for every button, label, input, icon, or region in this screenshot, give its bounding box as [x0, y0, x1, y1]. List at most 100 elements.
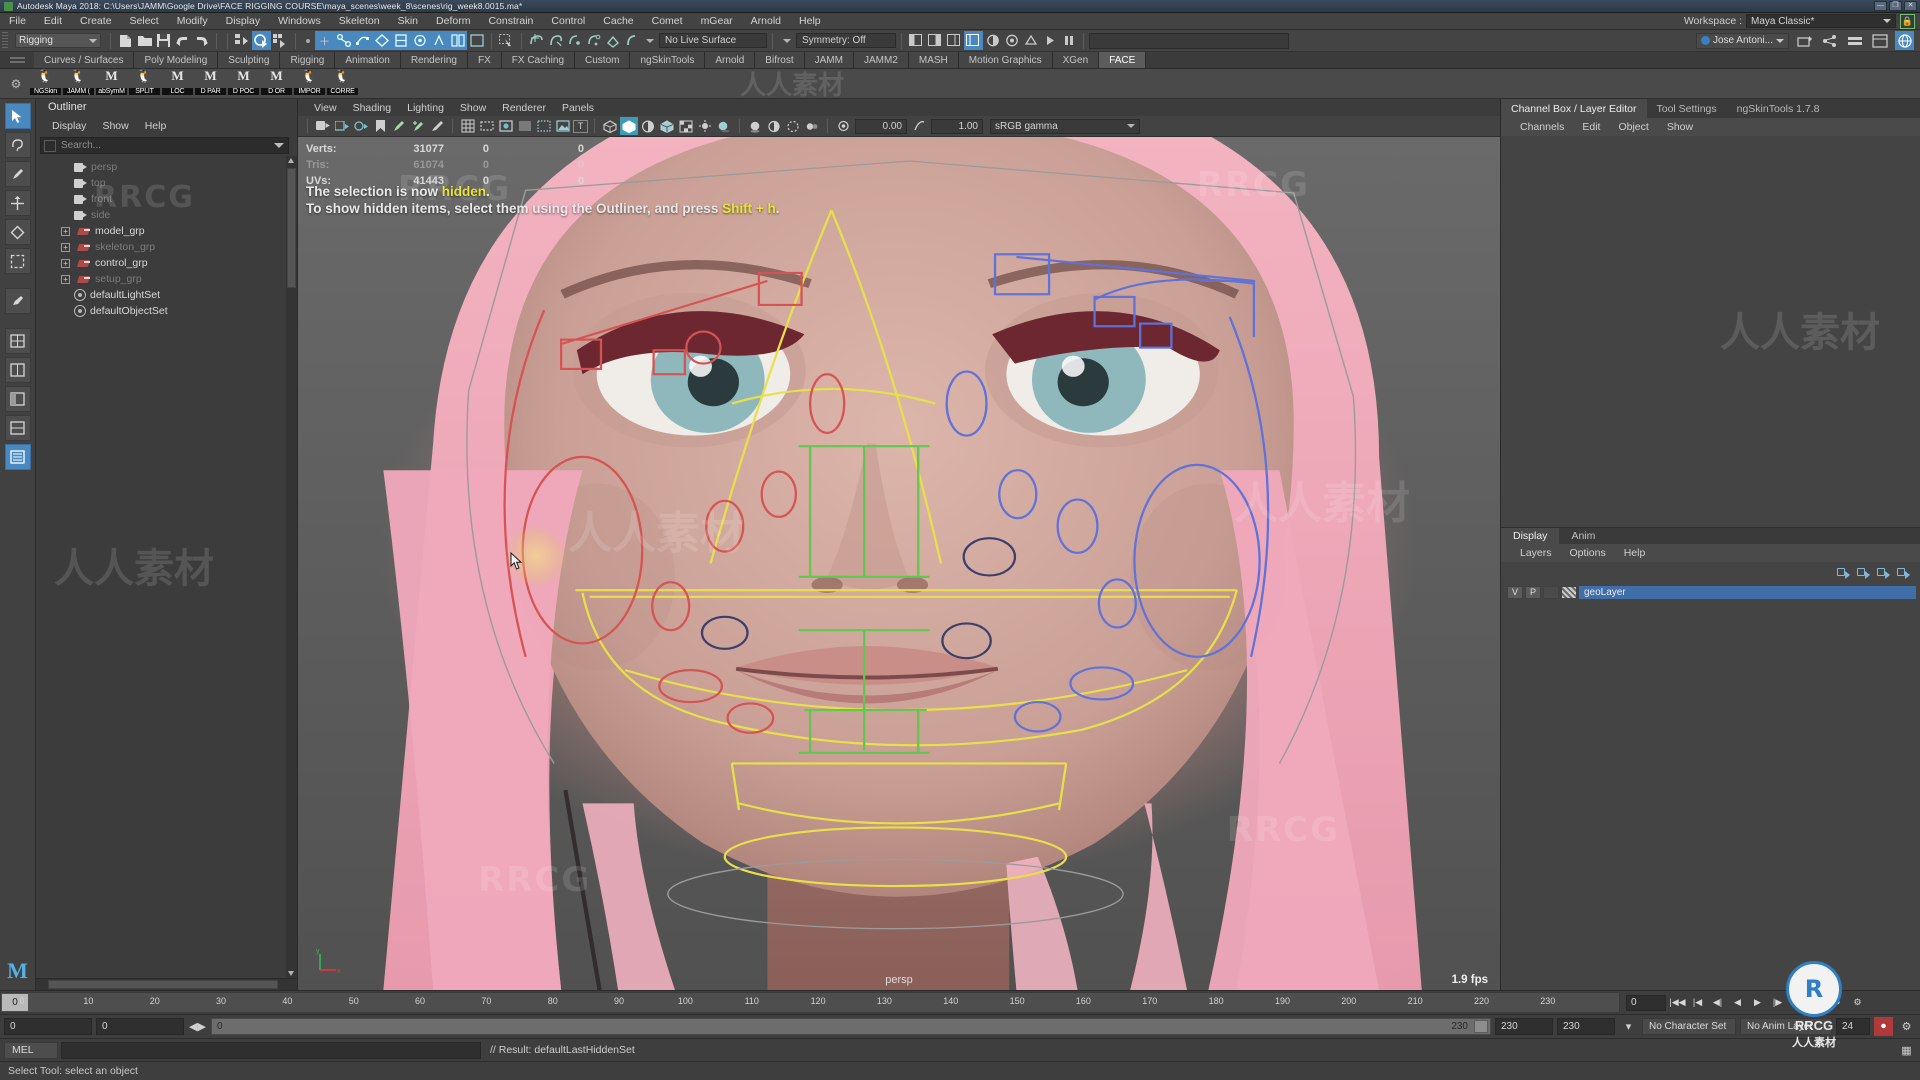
camera-bookmark-icon[interactable] [352, 117, 370, 135]
mask-all-icon[interactable] [467, 31, 486, 50]
viewport-menu-view[interactable]: View [306, 102, 345, 114]
render-settings-icon[interactable] [1021, 31, 1040, 50]
image-plane-icon[interactable] [554, 117, 572, 135]
symmetry-field[interactable]: Symmetry: Off [796, 33, 896, 48]
new-layer-icon[interactable] [1837, 567, 1850, 578]
ipr-render-icon[interactable] [1040, 31, 1059, 50]
script-editor-icon[interactable]: ▦ [1897, 1041, 1916, 1060]
shelf-button-jamm[interactable]: 🐧 JAMM ( [63, 70, 94, 98]
color-space-dropdown[interactable]: sRGB gamma [990, 119, 1140, 134]
select-by-hierarchy-icon[interactable] [233, 31, 252, 50]
add-grease-frame-icon[interactable] [409, 117, 427, 135]
mask-misc-icon[interactable] [448, 31, 467, 50]
motion-blur-icon[interactable] [765, 117, 783, 135]
outliner-item-control-grp[interactable]: + control_grp [36, 255, 297, 271]
layer-playback-toggle[interactable]: P [1525, 586, 1541, 599]
paint-select-tool[interactable] [5, 161, 31, 187]
menu-windows[interactable]: Windows [269, 13, 330, 30]
snap-magnet-icon[interactable] [622, 31, 641, 50]
outliner-tree[interactable]: persp top front side + model_grp + [36, 156, 297, 978]
scrollbar-thumb[interactable] [287, 168, 296, 288]
outliner-item-default-light-set[interactable]: defaultLightSet [36, 287, 297, 303]
shelf-tab-rendering[interactable]: Rendering [401, 52, 468, 68]
shelf-tab-arnold[interactable]: Arnold [705, 52, 755, 68]
undo-icon[interactable] [173, 31, 192, 50]
scrollbar-thumb[interactable] [48, 980, 278, 989]
mask-rendering-icon[interactable] [429, 31, 448, 50]
menu-edit[interactable]: Edit [35, 13, 71, 30]
redo-icon[interactable] [192, 31, 211, 50]
shelf-tab-jamm2[interactable]: JAMM2 [854, 52, 909, 68]
outliner-item-front[interactable]: front [36, 191, 297, 207]
search-input[interactable]: Search... [61, 140, 101, 151]
grease-pencil-icon[interactable] [390, 117, 408, 135]
mask-deformers-icon[interactable] [391, 31, 410, 50]
exposure-field[interactable]: 0.00 [855, 119, 907, 134]
tab-channel-box-layer-editor[interactable]: Channel Box / Layer Editor [1501, 99, 1647, 118]
resolution-gate-icon[interactable] [497, 117, 515, 135]
use-all-lights-icon[interactable] [696, 117, 714, 135]
outliner-item-top[interactable]: top [36, 175, 297, 191]
viewport-menu-renderer[interactable]: Renderer [494, 102, 554, 114]
shelf-button-dpar[interactable]: M D PAR [195, 70, 226, 98]
mask-handles-icon[interactable]: ＋ [315, 31, 334, 50]
shelf-button-ngskin[interactable]: 🐧 NGSkin [30, 70, 61, 98]
go-to-start-icon[interactable]: |◀◀ [1669, 994, 1686, 1011]
layer-color-swatch[interactable] [1543, 586, 1559, 599]
outliner-item-default-object-set[interactable]: defaultObjectSet [36, 303, 297, 319]
shelf-button-absymmesh[interactable]: M abSymM [96, 70, 127, 98]
close-button[interactable]: ✕ [1904, 1, 1917, 11]
layout-outliner-icon[interactable] [5, 386, 31, 412]
depth-of-field-icon[interactable] [803, 117, 821, 135]
shelf-tab-bifrost[interactable]: Bifrost [755, 52, 804, 68]
menu-mgear[interactable]: mGear [692, 13, 742, 30]
cloud-icon[interactable] [1845, 31, 1864, 50]
outliner-menu-display[interactable]: Display [44, 120, 94, 132]
new-scene-icon[interactable] [116, 31, 135, 50]
range-grip-icon[interactable]: ◀▶ [188, 1017, 207, 1036]
outliner-item-skeleton-grp[interactable]: + skeleton_grp [36, 239, 297, 255]
menu-arnold[interactable]: Arnold [742, 13, 790, 30]
marquee-select-icon[interactable] [497, 31, 516, 50]
film-gate-icon[interactable] [478, 117, 496, 135]
chevron-down-icon[interactable] [646, 39, 654, 43]
snap-view-plane-icon[interactable] [603, 31, 622, 50]
layout-single-icon[interactable] [5, 328, 31, 354]
outliner-horizontal-scrollbar[interactable] [36, 978, 297, 990]
channel-box-content[interactable]: 人人素材 [1501, 136, 1920, 527]
outliner-vertical-scrollbar[interactable] [286, 156, 297, 978]
gate-mask-icon[interactable] [516, 117, 534, 135]
help-icon[interactable] [1870, 31, 1889, 50]
shelf-tab-face[interactable]: FACE [1099, 52, 1146, 68]
menu-select[interactable]: Select [121, 13, 168, 30]
shelf-tab-mash[interactable]: MASH [909, 52, 959, 68]
mask-curves-icon[interactable] [353, 31, 372, 50]
outliner-search-row[interactable]: Search... [40, 137, 289, 154]
rotate-tool[interactable] [5, 219, 31, 245]
expand-icon[interactable]: + [61, 275, 70, 284]
new-layer-from-selected-icon[interactable] [1857, 567, 1870, 578]
outliner-menu-show[interactable]: Show [94, 120, 136, 132]
search-input[interactable] [1089, 33, 1289, 49]
step-back-frame-icon[interactable]: ◀| [1709, 994, 1726, 1011]
texture-toggle-icon[interactable] [677, 117, 695, 135]
last-tool[interactable] [5, 288, 31, 314]
screen-space-ao-icon[interactable] [746, 117, 764, 135]
app-store-icon[interactable] [1795, 31, 1814, 50]
live-surface-field[interactable]: No Live Surface [659, 33, 767, 48]
playback-end-field[interactable]: 230 [1495, 1018, 1553, 1035]
shelf-tab-animation[interactable]: Animation [335, 52, 400, 68]
display-layer-list[interactable]: V P geoLayer [1501, 582, 1920, 990]
bookmark-icon[interactable] [371, 117, 389, 135]
gamma-field[interactable]: 1.00 [931, 119, 983, 134]
shelf-button-import[interactable]: 🐧 IMPOR [294, 70, 325, 98]
shelf-tab-motion-graphics[interactable]: Motion Graphics [959, 52, 1053, 68]
auto-keyframe-toggle[interactable]: ⏺ [1874, 1017, 1893, 1036]
expand-icon[interactable]: + [61, 227, 70, 236]
toolbar-drag-handle[interactable] [2, 32, 8, 50]
anim-start-field[interactable]: 0 [4, 1018, 92, 1035]
layout-hypergraph-icon[interactable] [5, 444, 31, 470]
move-layer-up-icon[interactable] [1877, 567, 1890, 578]
globe-icon[interactable] [1895, 31, 1914, 50]
shelf-button-dor[interactable]: M D OR [261, 70, 292, 98]
